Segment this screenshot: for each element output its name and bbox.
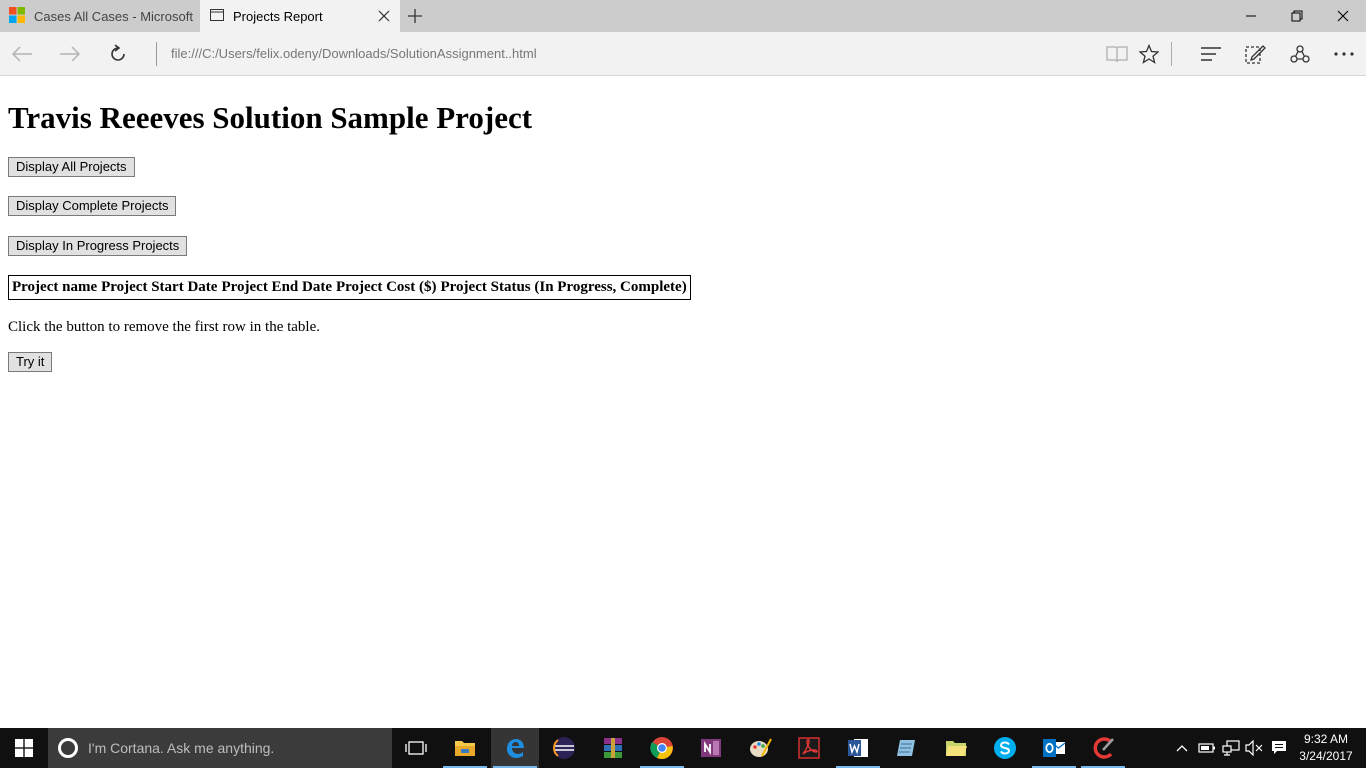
system-clock[interactable]: 9:32 AM 3/24/2017 bbox=[1290, 731, 1362, 765]
close-window-icon[interactable] bbox=[1320, 0, 1366, 32]
cortana-placeholder: I'm Cortana. Ask me anything. bbox=[88, 740, 275, 756]
column-header: Project End Date bbox=[221, 279, 332, 295]
restore-icon[interactable] bbox=[1274, 0, 1320, 32]
display-complete-projects-button[interactable]: Display Complete Projects bbox=[8, 196, 177, 216]
tab-cases[interactable]: Cases All Cases - Microsoft bbox=[0, 0, 200, 32]
hub-icon[interactable] bbox=[1199, 42, 1223, 66]
reading-view-icon[interactable] bbox=[1105, 42, 1129, 66]
projects-table: Project name Project Start Date Project … bbox=[8, 275, 691, 300]
close-tab-icon[interactable] bbox=[377, 9, 391, 23]
eclipse-icon[interactable] bbox=[540, 728, 588, 768]
table-header-row: Project name Project Start Date Project … bbox=[11, 278, 688, 297]
tab-projects-report[interactable]: Projects Report bbox=[200, 0, 400, 32]
page-icon bbox=[210, 8, 224, 24]
network-icon[interactable] bbox=[1220, 728, 1242, 768]
column-header: Project Start Date bbox=[101, 279, 218, 295]
column-header: Project Cost ($) bbox=[335, 279, 437, 295]
clock-date: 3/24/2017 bbox=[1299, 749, 1353, 763]
volume-muted-icon[interactable] bbox=[1243, 728, 1265, 768]
display-in-progress-projects-button[interactable]: Display In Progress Projects bbox=[8, 236, 188, 256]
column-header: Project name bbox=[12, 279, 98, 295]
tab-title: Cases All Cases - Microsoft bbox=[34, 8, 193, 24]
winrar-icon[interactable] bbox=[589, 728, 637, 768]
action-center-icon[interactable] bbox=[1268, 728, 1290, 768]
display-all-projects-button[interactable]: Display All Projects bbox=[8, 157, 135, 177]
notepad-icon[interactable] bbox=[883, 728, 931, 768]
outlook-icon[interactable] bbox=[1030, 728, 1078, 768]
microsoft-logo-icon bbox=[9, 6, 25, 26]
new-tab-icon[interactable] bbox=[406, 7, 424, 25]
more-options-icon[interactable] bbox=[1332, 42, 1356, 66]
web-note-icon[interactable] bbox=[1243, 42, 1267, 66]
column-header: Project Status (In Progress, Complete) bbox=[440, 279, 687, 295]
minimize-icon[interactable] bbox=[1228, 0, 1274, 32]
task-view-icon[interactable] bbox=[392, 728, 440, 768]
skype-icon[interactable] bbox=[981, 728, 1029, 768]
back-arrow-icon[interactable] bbox=[10, 42, 34, 66]
favorite-star-icon[interactable] bbox=[1137, 42, 1161, 66]
acrobat-icon[interactable] bbox=[785, 728, 833, 768]
edge-icon[interactable] bbox=[491, 728, 539, 768]
page-title: Travis Reeeves Solution Sample Project bbox=[8, 100, 533, 135]
clock-time: 9:32 AM bbox=[1303, 732, 1349, 746]
paint-icon[interactable] bbox=[736, 728, 784, 768]
try-it-button[interactable]: Try it bbox=[8, 352, 53, 372]
taskbar: I'm Cortana. Ask me anything. 9:32 AM 3/… bbox=[0, 728, 1366, 768]
battery-icon[interactable] bbox=[1196, 728, 1218, 768]
instruction-text: Click the button to remove the first row… bbox=[8, 319, 321, 335]
ccleaner-icon[interactable] bbox=[1079, 728, 1127, 768]
onenote-icon[interactable] bbox=[687, 728, 735, 768]
word-icon[interactable] bbox=[834, 728, 882, 768]
cortana-icon bbox=[58, 738, 78, 758]
address-divider bbox=[156, 42, 157, 66]
share-icon[interactable] bbox=[1288, 42, 1312, 66]
tab-title: Projects Report bbox=[233, 8, 323, 24]
refresh-icon[interactable] bbox=[106, 42, 130, 66]
cortana-search-box[interactable]: I'm Cortana. Ask me anything. bbox=[48, 728, 392, 768]
show-hidden-icons-chevron-icon[interactable] bbox=[1172, 728, 1192, 768]
file-explorer-icon[interactable] bbox=[441, 728, 489, 768]
toolbar-divider bbox=[1171, 42, 1172, 66]
windows-start-icon[interactable] bbox=[0, 728, 48, 768]
chrome-icon[interactable] bbox=[638, 728, 686, 768]
navigation-bar: file:///C:/Users/felix.odeny/Downloads/S… bbox=[0, 32, 1366, 76]
address-bar[interactable]: file:///C:/Users/felix.odeny/Downloads/S… bbox=[171, 46, 537, 61]
page-content: Travis Reeeves Solution Sample Project D… bbox=[0, 77, 1366, 728]
folder-icon[interactable] bbox=[932, 728, 980, 768]
forward-arrow-icon[interactable] bbox=[58, 42, 82, 66]
tab-strip: Cases All Cases - Microsoft Projects Rep… bbox=[0, 0, 1366, 32]
